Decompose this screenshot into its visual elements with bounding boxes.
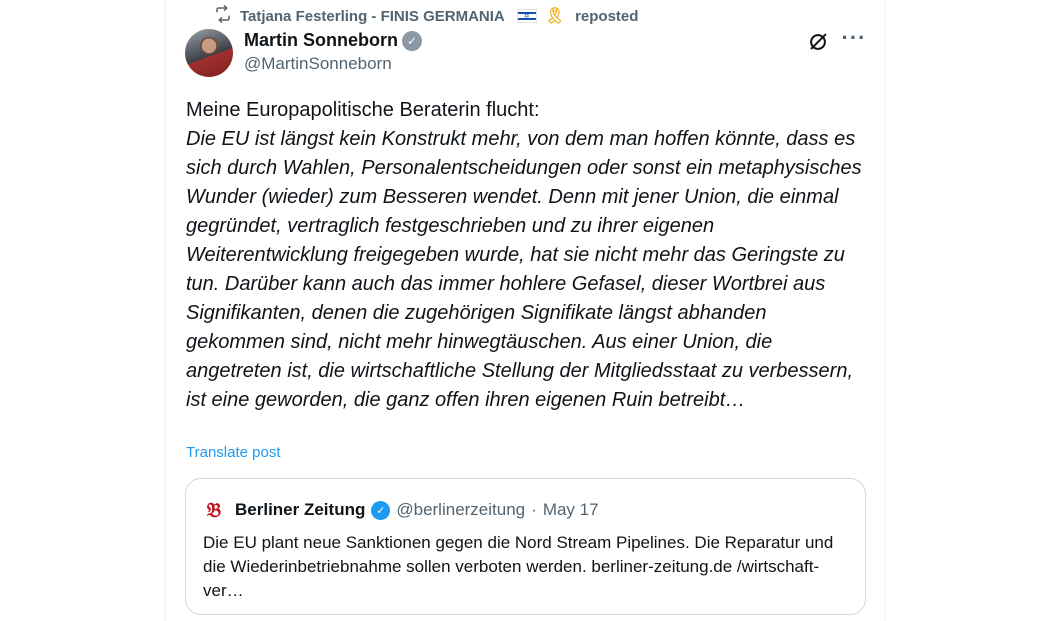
verified-badge-icon: ✓ (402, 30, 422, 51)
repost-icon (214, 5, 232, 27)
author-name[interactable]: Martin Sonneborn (244, 30, 398, 51)
post-header: Martin Sonneborn ✓ @MartinSonneborn (244, 30, 422, 74)
avatar[interactable] (185, 29, 233, 77)
post-text: Meine Europapolitische Beraterin flucht:… (186, 96, 866, 415)
quoted-post-text: Die EU plant neue Sanktionen gegen die N… (203, 533, 834, 600)
separator-dot: · (531, 500, 537, 519)
verified-badge-icon: ✓ (371, 500, 391, 520)
author-handle[interactable]: @MartinSonneborn (244, 54, 422, 74)
quoted-post-date[interactable]: May 17 (543, 500, 599, 520)
translate-post-link[interactable]: Translate post (186, 444, 281, 461)
yellow-ribbon-icon: 🎗 (544, 8, 566, 25)
quoted-post-card[interactable]: 𝔅 Berliner Zeitung ✓ @berlinerzeitung · … (185, 478, 866, 615)
israel-flag-icon: ✡ (516, 9, 537, 23)
more-icon[interactable]: ··· (842, 27, 866, 54)
post-intro: Meine Europapolitische Beraterin flucht: (186, 99, 540, 121)
quoted-post-header: 𝔅 Berliner Zeitung ✓ @berlinerzeitung · … (203, 499, 849, 521)
post-quote: Die EU ist längst kein Konstrukt mehr, v… (186, 128, 862, 411)
repost-context[interactable]: Tatjana Festerling - FINIS GERMANIA ✡ 🎗 … (214, 5, 639, 27)
berliner-zeitung-logo-icon: 𝔅 (206, 498, 222, 522)
quoted-author-name[interactable]: Berliner Zeitung (235, 500, 365, 520)
timeline-column: Tatjana Festerling - FINIS GERMANIA ✡ 🎗 … (165, 0, 885, 621)
grok-icon[interactable] (806, 30, 830, 54)
post-actions-top: ··· (806, 27, 866, 54)
quoted-author-handle[interactable]: @berlinerzeitung (396, 500, 525, 520)
repost-user-name[interactable]: Tatjana Festerling - FINIS GERMANIA (240, 8, 505, 25)
repost-action-label: reposted (575, 7, 639, 25)
